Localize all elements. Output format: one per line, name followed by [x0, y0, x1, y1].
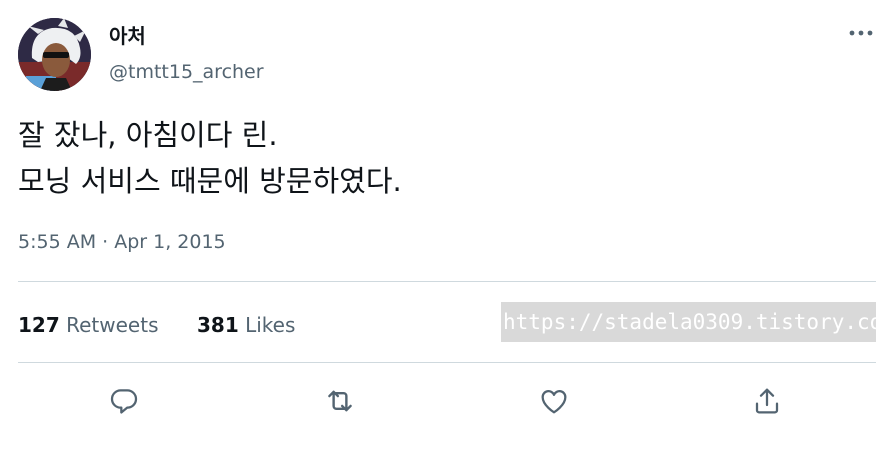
share-icon	[755, 388, 779, 414]
retweets-stat[interactable]: 127 Retweets	[18, 311, 158, 339]
avatar[interactable]	[18, 18, 91, 91]
tweet-timestamp[interactable]: 5:55 AM · Apr 1, 2015	[18, 229, 226, 255]
retweets-label: Retweets	[66, 313, 159, 337]
like-icon	[541, 389, 567, 414]
like-button[interactable]	[536, 383, 572, 419]
share-button[interactable]	[749, 383, 785, 419]
retweets-count: 127	[18, 313, 60, 337]
tweet-text: 잘 잤나, 아침이다 린. 모닝 서비스 때문에 방문하였다.	[18, 112, 878, 204]
likes-count: 381	[197, 313, 239, 337]
retweet-icon	[328, 390, 352, 412]
avatar-image	[18, 18, 91, 91]
divider	[18, 362, 876, 363]
user-handle[interactable]: @tmtt15_archer	[109, 59, 264, 85]
watermark: https://stadela0309.tistory.com	[501, 302, 876, 342]
reply-icon	[110, 389, 138, 414]
tweet-text-line: 모닝 서비스 때문에 방문하였다.	[18, 164, 402, 198]
display-name[interactable]: 아처	[109, 22, 146, 50]
likes-label: Likes	[245, 313, 296, 337]
divider	[18, 281, 876, 282]
retweet-button[interactable]	[322, 383, 358, 419]
reply-button[interactable]	[106, 383, 142, 419]
more-options-icon[interactable]	[846, 20, 876, 46]
likes-stat[interactable]: 381 Likes	[197, 311, 295, 339]
tweet-text-line: 잘 잤나, 아침이다 린.	[18, 118, 278, 152]
